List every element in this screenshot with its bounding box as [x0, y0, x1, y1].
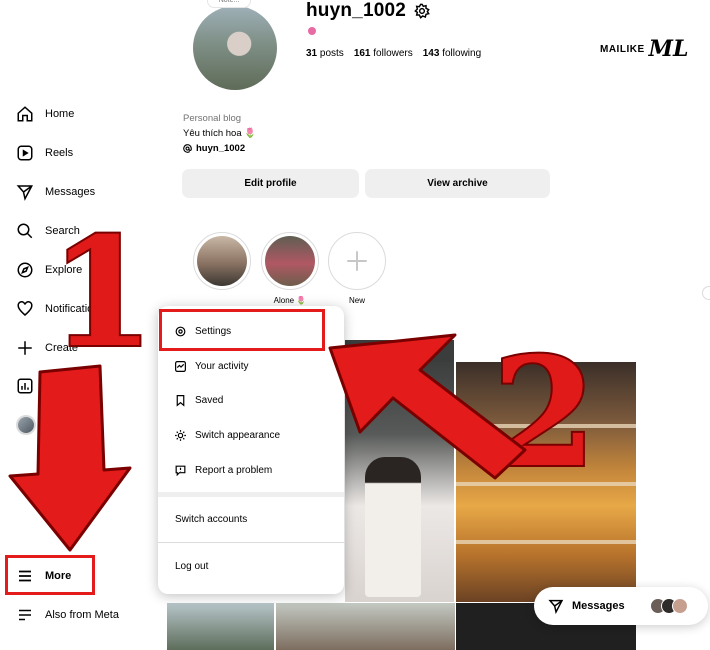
sidebar-item-notifications[interactable]: Notifications: [16, 298, 105, 320]
menu-item-label: Saved: [195, 394, 224, 406]
search-icon: [17, 223, 33, 239]
highlight-label: New: [348, 296, 365, 305]
watermark: MAILIKE ML: [600, 36, 688, 62]
compass-icon: [17, 262, 33, 278]
threads-icon: [19, 609, 31, 621]
sidebar-item-explore[interactable]: Explore: [16, 259, 82, 281]
story-highlight[interactable]: [261, 232, 319, 290]
send-icon: [16, 185, 33, 201]
post-thumbnail[interactable]: [345, 340, 454, 362]
messages-pill-label: Messages: [572, 600, 625, 612]
sidebar-item-label: Messages: [45, 186, 96, 198]
more-highlight-box: [5, 555, 95, 595]
menu-item-report-problem[interactable]: Report a problem: [158, 456, 344, 484]
dashboard-icon: [17, 378, 33, 394]
plus-icon: [347, 251, 367, 271]
followers-stat[interactable]: 161 followers: [354, 48, 413, 59]
heart-icon: [17, 301, 33, 316]
menu-item-saved[interactable]: Saved: [158, 386, 344, 414]
sidebar-item-label: Reels: [45, 147, 74, 159]
profile-category: Personal blog: [183, 113, 242, 124]
sidebar-item-label: Search: [45, 225, 80, 237]
sidebar-item-label: Home: [45, 108, 75, 120]
threads-at-icon: [183, 144, 192, 153]
highlight-label: Alone 🌷: [273, 296, 307, 305]
activity-icon: [175, 360, 186, 372]
messages-pill[interactable]: Messages: [534, 587, 708, 625]
bio-text: Yêu thích hoa 🌷: [183, 128, 257, 139]
report-icon: [175, 465, 186, 476]
flower-emoji-icon: [308, 27, 316, 35]
sidebar-item-messages[interactable]: Messages: [16, 181, 95, 203]
sidebar: Home Reels Messages Search Explore Notif…: [0, 0, 162, 650]
edit-profile-button[interactable]: Edit profile: [182, 169, 359, 198]
settings-gear-icon[interactable]: [414, 3, 430, 19]
menu-item-label: Log out: [175, 560, 209, 572]
home-icon: [17, 106, 33, 122]
sidebar-item-label: Profile: [47, 419, 82, 431]
send-icon: [548, 599, 564, 614]
post-thumbnail[interactable]: [167, 603, 274, 650]
menu-item-label: Your activity: [195, 360, 249, 372]
menu-item-label: Report a problem: [195, 464, 273, 476]
message-avatars: [649, 598, 688, 614]
sidebar-item-label: Notifications: [45, 303, 105, 315]
threads-handle: huyn_1002: [196, 143, 246, 154]
bookmark-icon: [176, 394, 185, 407]
threads-link[interactable]: huyn_1002: [183, 141, 256, 156]
reels-icon: [17, 145, 33, 161]
sidebar-item-label: Create: [45, 342, 79, 354]
menu-item-switch-accounts[interactable]: Switch accounts: [158, 505, 344, 533]
avatar: [671, 598, 688, 614]
username: huyn_1002: [306, 0, 407, 21]
profile-bio: Personal blog Yêu thích hoa 🌷 huyn_1002: [183, 111, 256, 156]
menu-divider: [158, 542, 344, 543]
post-thumbnail[interactable]: [276, 603, 455, 650]
posts-stat[interactable]: 31 posts: [306, 48, 344, 59]
settings-highlight-box: [159, 309, 325, 351]
watermark-logo: ML: [648, 36, 689, 62]
new-highlight-button[interactable]: [328, 232, 386, 290]
sun-icon: [175, 429, 186, 441]
plus-icon: [18, 341, 32, 355]
note-bubble[interactable]: Note...: [207, 0, 251, 8]
profile-stats: 31 posts 161 followers 143 following: [306, 48, 481, 59]
sidebar-item-label: Also from Meta: [45, 609, 119, 621]
sidebar-item-also-from-meta[interactable]: Also from Meta: [16, 604, 119, 626]
watermark-text: MAILIKE: [600, 43, 645, 55]
menu-item-your-activity[interactable]: Your activity: [158, 352, 344, 380]
sidebar-item-reels[interactable]: Reels: [16, 142, 73, 164]
story-highlight[interactable]: [193, 232, 251, 290]
menu-divider: [158, 492, 344, 497]
view-archive-button[interactable]: View archive: [365, 169, 550, 198]
username-row: huyn_1002: [306, 0, 430, 22]
menu-item-log-out[interactable]: Log out: [158, 552, 344, 580]
sidebar-item-home[interactable]: Home: [16, 103, 74, 125]
sidebar-item-dashboard[interactable]: Dashboard: [16, 375, 99, 397]
menu-item-label: Switch appearance: [195, 429, 281, 441]
sidebar-item-search[interactable]: Search: [16, 220, 80, 242]
menu-item-label: Switch accounts: [175, 513, 248, 525]
sidebar-item-label: Dashboard: [45, 380, 99, 392]
post-thumbnail[interactable]: [456, 362, 636, 602]
sidebar-item-label: Explore: [45, 264, 83, 276]
sidebar-item-profile[interactable]: Profile: [16, 414, 81, 436]
following-stat[interactable]: 143 following: [423, 48, 481, 59]
menu-item-switch-appearance[interactable]: Switch appearance: [158, 421, 344, 449]
avatar: [16, 415, 36, 435]
sidebar-item-create[interactable]: Create: [16, 337, 78, 359]
post-thumbnail[interactable]: [345, 362, 454, 602]
profile-picture[interactable]: [193, 6, 277, 90]
side-handle[interactable]: [702, 286, 710, 300]
